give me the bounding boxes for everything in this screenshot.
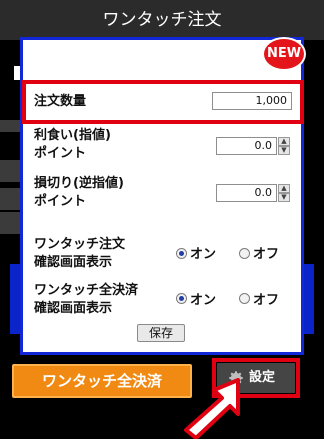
confirm-order-off-label[interactable]: オフ bbox=[253, 243, 279, 262]
stepper-down-icon[interactable]: ▼ bbox=[278, 146, 290, 155]
loss-points-stepper[interactable]: ▲ ▼ bbox=[278, 184, 290, 202]
confirm-close-off-radio[interactable] bbox=[239, 293, 250, 304]
background-strip bbox=[0, 160, 20, 182]
stepper-down-icon[interactable]: ▼ bbox=[278, 193, 290, 202]
close-all-button[interactable]: ワンタッチ全決済 bbox=[12, 364, 192, 398]
confirm-order-label-line1: ワンタッチ注文 bbox=[34, 237, 126, 252]
confirm-order-on-radio[interactable] bbox=[176, 248, 187, 259]
save-button[interactable]: 保存 bbox=[137, 324, 185, 342]
background-strip bbox=[0, 188, 20, 210]
profit-label-line1: 利食い(指値) bbox=[34, 128, 111, 143]
new-badge: NEW bbox=[262, 37, 306, 71]
background-strip bbox=[0, 212, 20, 234]
stepper-up-icon[interactable]: ▲ bbox=[278, 137, 290, 146]
settings-label: 設定 bbox=[249, 370, 276, 385]
confirm-close-label-line1: ワンタッチ全決済 bbox=[34, 283, 139, 298]
profit-points-stepper[interactable]: ▲ ▼ bbox=[278, 137, 290, 155]
app-title: ワンタッチ注文 bbox=[0, 0, 324, 40]
pointer-arrow-icon bbox=[184, 378, 240, 439]
confirm-close-on-radio[interactable] bbox=[176, 293, 187, 304]
confirm-order-label-line2: 確認画面表示 bbox=[34, 255, 113, 270]
confirm-order-on-label[interactable]: オン bbox=[190, 243, 216, 262]
confirm-close-label-line2: 確認画面表示 bbox=[34, 301, 113, 316]
loss-points-input[interactable]: 0.0 bbox=[216, 184, 277, 202]
confirm-order-off-radio[interactable] bbox=[239, 248, 250, 259]
loss-label-line2: ポイント bbox=[34, 194, 87, 209]
confirm-close-off-label[interactable]: オフ bbox=[253, 289, 279, 308]
loss-label-line1: 損切り(逆指値) bbox=[34, 176, 124, 191]
profit-label-line2: ポイント bbox=[34, 146, 87, 161]
profit-points-input[interactable]: 0.0 bbox=[216, 137, 277, 155]
background-strip bbox=[0, 120, 20, 132]
quantity-input[interactable]: 1,000 bbox=[212, 92, 292, 110]
stepper-up-icon[interactable]: ▲ bbox=[278, 184, 290, 193]
confirm-close-on-label[interactable]: オン bbox=[190, 289, 216, 308]
quantity-label: 注文数量 bbox=[34, 94, 87, 109]
